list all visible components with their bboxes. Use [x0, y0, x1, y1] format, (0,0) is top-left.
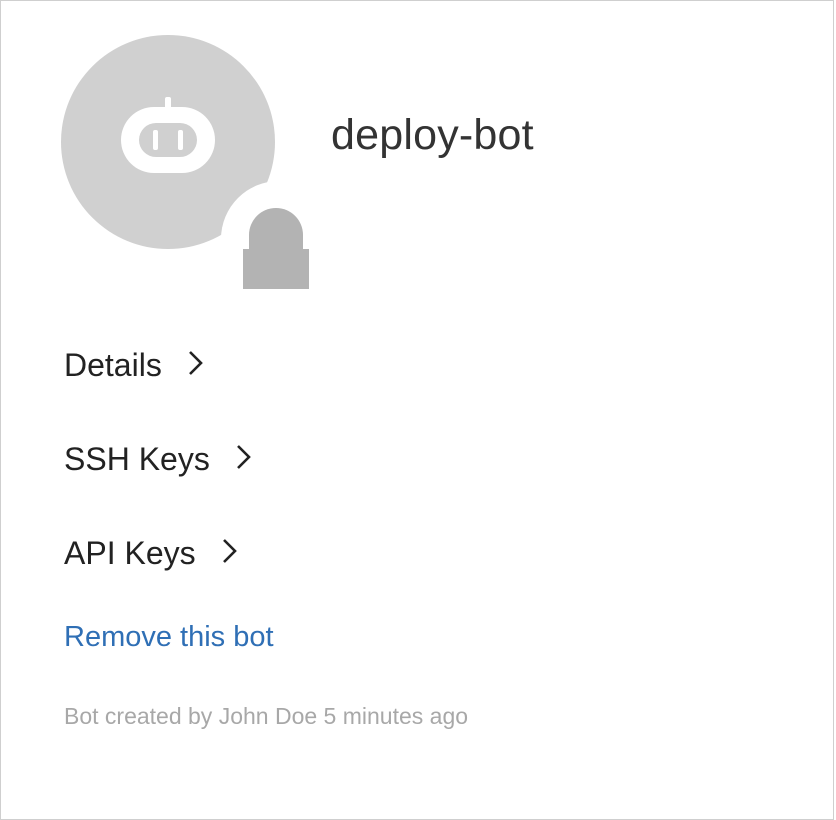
- chevron-right-icon: [222, 535, 238, 572]
- bot-name: deploy-bot: [331, 111, 534, 159]
- chevron-right-icon: [236, 441, 252, 478]
- nav-item-details[interactable]: Details: [64, 341, 252, 389]
- chevron-right-icon: [188, 347, 204, 384]
- nav-item-api-keys[interactable]: API Keys: [64, 529, 252, 577]
- nav-item-label: Details: [64, 346, 162, 383]
- bot-panel: deploy-bot Details SSH Keys API Keys Rem…: [0, 0, 834, 820]
- nav-item-ssh-keys[interactable]: SSH Keys: [64, 435, 252, 483]
- lock-icon: [243, 208, 309, 289]
- lock-badge: [221, 181, 337, 297]
- bot-face-icon: [121, 97, 215, 173]
- bot-avatar: [61, 35, 337, 297]
- bot-nav: Details SSH Keys API Keys: [64, 341, 252, 623]
- created-meta-text: Bot created by John Doe 5 minutes ago: [64, 703, 469, 729]
- remove-bot-link[interactable]: Remove this bot: [64, 621, 274, 654]
- nav-item-label: API Keys: [64, 534, 196, 571]
- nav-item-label: SSH Keys: [64, 440, 210, 477]
